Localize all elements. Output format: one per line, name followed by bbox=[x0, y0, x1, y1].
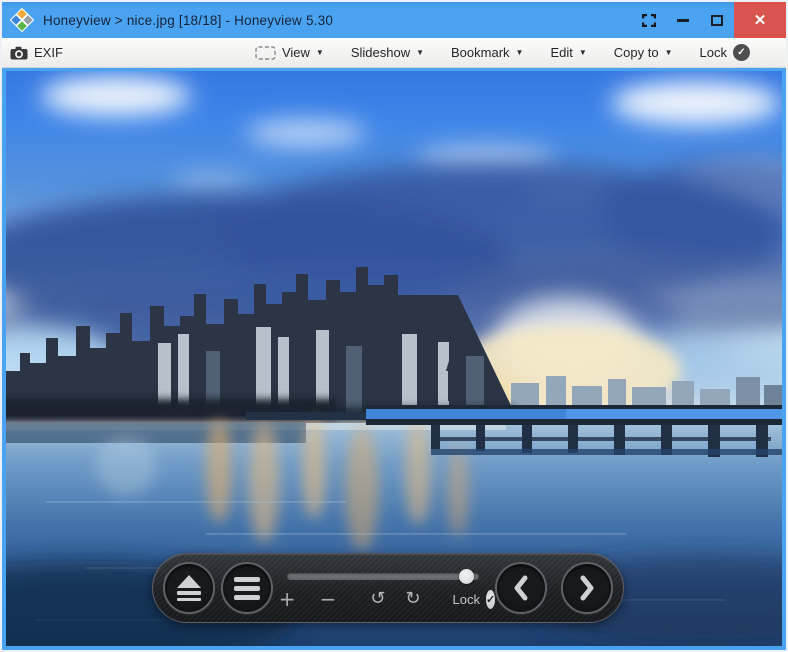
window-title: Honeyview > nice.jpg [18/18] - Honeyview… bbox=[43, 12, 334, 28]
menu-edit-label: Edit bbox=[550, 45, 573, 60]
rotate-left-button[interactable]: ↺ bbox=[360, 589, 395, 609]
chevron-down-icon: ▼ bbox=[515, 48, 524, 57]
menu-lock-label: Lock bbox=[699, 45, 727, 60]
chevron-down-icon: ▼ bbox=[416, 48, 425, 57]
maximize-icon bbox=[711, 14, 723, 26]
camera-icon bbox=[10, 46, 28, 59]
fit-window-icon bbox=[255, 45, 276, 60]
position-slider-track bbox=[287, 573, 479, 580]
menu-slideshow[interactable]: Slideshow ▼ bbox=[351, 45, 424, 60]
next-image-button[interactable] bbox=[561, 562, 613, 614]
viewer-control-bar: + − ↺ ↻ Lock ✓ bbox=[152, 553, 624, 623]
zoom-in-button[interactable]: + bbox=[267, 589, 308, 609]
hamburger-icon bbox=[234, 576, 260, 600]
exif-button[interactable]: EXIF bbox=[10, 45, 63, 60]
main-toolbar: EXIF View ▼ Slideshow ▼ Bookmark ▼ Edit … bbox=[2, 38, 786, 68]
chevron-right-icon bbox=[580, 575, 594, 601]
maximize-button[interactable] bbox=[700, 2, 734, 38]
zoom-out-button[interactable]: − bbox=[308, 589, 349, 609]
eject-icon bbox=[177, 575, 201, 588]
position-slider-thumb[interactable] bbox=[459, 569, 475, 584]
eject-button[interactable] bbox=[163, 562, 215, 614]
menu-lock[interactable]: Lock ✓ bbox=[700, 44, 750, 61]
window-controls: ✕ bbox=[632, 2, 786, 38]
exif-label: EXIF bbox=[34, 45, 63, 60]
close-button[interactable]: ✕ bbox=[734, 2, 786, 38]
control-bar-actions: + − ↺ ↻ Lock ✓ bbox=[277, 589, 496, 609]
menu-slideshow-label: Slideshow bbox=[350, 45, 411, 60]
menu-view-label: View bbox=[281, 45, 310, 60]
menu-view[interactable]: View ▼ bbox=[255, 45, 324, 60]
menu-bookmark[interactable]: Bookmark ▼ bbox=[451, 45, 523, 60]
image-viewer-area: + − ↺ ↻ Lock ✓ bbox=[2, 68, 786, 650]
nav-buttons bbox=[495, 562, 613, 614]
fullscreen-button[interactable] bbox=[632, 2, 666, 38]
zoom-in-icon: + bbox=[278, 587, 296, 611]
chevron-down-icon: ▼ bbox=[664, 48, 673, 57]
menu-bookmark-label: Bookmark bbox=[451, 45, 510, 60]
rotate-left-icon: ↺ bbox=[370, 588, 386, 609]
fullscreen-icon bbox=[642, 13, 656, 27]
lock-label: Lock bbox=[452, 591, 480, 607]
control-bar-middle: + − ↺ ↻ Lock ✓ bbox=[273, 567, 496, 609]
lock-check-icon: ✓ bbox=[733, 44, 750, 61]
rotate-right-icon: ↻ bbox=[405, 588, 421, 609]
title-bar: Honeyview > nice.jpg [18/18] - Honeyview… bbox=[2, 2, 786, 38]
chevron-left-icon bbox=[514, 575, 528, 601]
menu-copy-to-label: Copy to bbox=[613, 45, 659, 60]
toolbar-menus: View ▼ Slideshow ▼ Bookmark ▼ Edit ▼ Cop… bbox=[255, 44, 772, 61]
image-list-button[interactable] bbox=[221, 562, 273, 614]
honeyview-logo-icon bbox=[9, 7, 35, 33]
zoom-out-icon: − bbox=[319, 587, 337, 611]
honeyview-window: Honeyview > nice.jpg [18/18] - Honeyview… bbox=[0, 0, 788, 652]
minimize-button[interactable] bbox=[666, 2, 700, 38]
previous-image-button[interactable] bbox=[495, 562, 547, 614]
chevron-down-icon: ▼ bbox=[578, 48, 587, 57]
menu-edit[interactable]: Edit ▼ bbox=[550, 45, 586, 60]
chevron-down-icon: ▼ bbox=[315, 48, 324, 57]
lock-check-icon: ✓ bbox=[485, 593, 496, 606]
lock-toggle-button[interactable]: ✓ bbox=[485, 589, 496, 609]
minimize-icon bbox=[677, 18, 689, 22]
close-icon: ✕ bbox=[753, 12, 767, 29]
rotate-right-button[interactable]: ↻ bbox=[395, 589, 430, 609]
menu-copy-to[interactable]: Copy to ▼ bbox=[614, 45, 673, 60]
position-slider[interactable] bbox=[287, 569, 479, 584]
